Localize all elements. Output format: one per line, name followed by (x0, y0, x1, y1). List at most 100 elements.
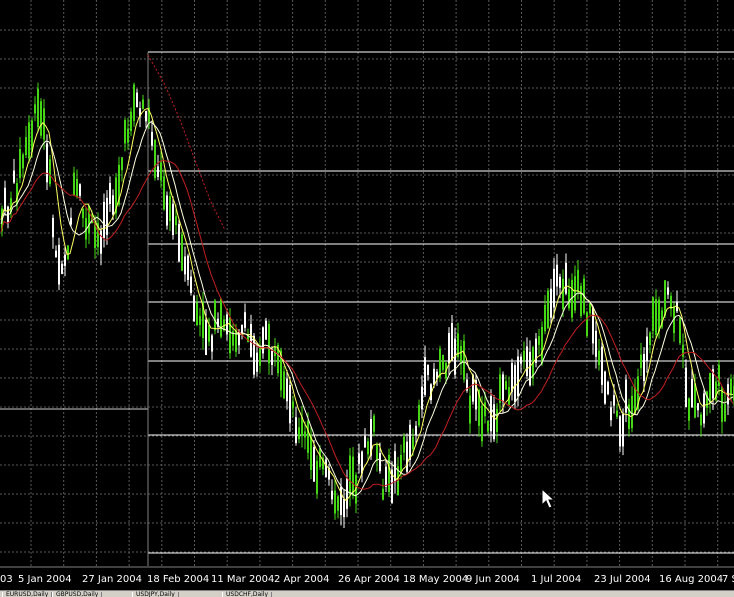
candle-body (556, 264, 558, 287)
chart-tab[interactable]: GBPUSD,Daily (52, 592, 103, 597)
candle-body (616, 410, 618, 417)
candle-body (667, 287, 669, 295)
candle-body (79, 184, 81, 196)
candle-body (181, 234, 183, 271)
candle-body (643, 353, 645, 381)
candle-body (550, 288, 552, 318)
candle-body (640, 354, 642, 369)
x-tick-label: 2 Apr 2004 (274, 574, 329, 585)
candle-body (310, 436, 312, 470)
candle-body (214, 300, 216, 331)
chart-tab[interactable]: EURUSD,Daily (2, 592, 53, 597)
candle-body (499, 374, 501, 403)
candle-body (286, 378, 288, 402)
candle-body (613, 395, 615, 406)
x-tick-label: 9 Jun 2004 (466, 574, 520, 585)
candle-body (367, 441, 369, 455)
candle-body (562, 278, 564, 310)
candle-body (631, 395, 633, 429)
candle-body (679, 317, 681, 344)
candle-body (358, 453, 360, 464)
x-tick-label: 27 Jan 2004 (82, 574, 142, 585)
candle-body (718, 364, 720, 386)
candle-body (292, 401, 294, 409)
candle-body (52, 217, 54, 238)
candle-body (388, 454, 390, 493)
candle-body (610, 407, 612, 421)
candle-body (724, 404, 726, 422)
candle-body (211, 335, 213, 352)
candle-body (250, 323, 252, 357)
candle-body (688, 398, 690, 421)
candle-body (190, 276, 192, 294)
candle-body (259, 346, 261, 366)
candle-body (25, 137, 27, 156)
candle-body (112, 195, 114, 215)
candle-body (433, 368, 435, 385)
candle-body (208, 325, 210, 342)
candle-body (382, 488, 384, 500)
candle-body (199, 315, 201, 325)
candle-body (151, 131, 153, 146)
candle-body (601, 346, 603, 385)
candle-body (424, 357, 426, 395)
x-tick-label: 1 Jul 2004 (531, 574, 581, 585)
candle-body (622, 414, 624, 447)
candle-body (538, 335, 540, 345)
candle-body (34, 104, 36, 114)
candle-body (541, 327, 543, 364)
candle-body (220, 298, 222, 337)
candle-body (448, 332, 450, 364)
candle-body (4, 187, 6, 211)
candle-body (178, 224, 180, 262)
candle-body (598, 350, 600, 366)
candle-body (349, 455, 351, 495)
candle-body (103, 201, 105, 239)
candle-body (505, 381, 507, 390)
chart-tab[interactable]: USDCHF,Daily (222, 592, 273, 597)
candle-body (694, 383, 696, 418)
candle-body (481, 405, 483, 442)
candle-body (700, 414, 702, 426)
candle-body (649, 332, 651, 345)
candle-body (559, 276, 561, 288)
candle-body (82, 208, 84, 219)
candle-body (373, 415, 375, 432)
price-chart[interactable]: 03 5 Jan 2004 27 Jan 2004 18 Feb 2004 11 Mar… (0, 0, 734, 590)
candle-body (400, 454, 402, 473)
arrow-cursor-icon (541, 488, 555, 509)
candle-body (187, 255, 189, 281)
candle-body (307, 420, 309, 453)
candle-body (604, 371, 606, 404)
candle-body (295, 417, 297, 444)
candle-body (28, 122, 30, 159)
candle-body (19, 149, 21, 178)
candle-body (709, 372, 711, 404)
candle-body (685, 367, 687, 408)
candle-body (136, 92, 138, 108)
candle-body (619, 416, 621, 447)
candle-body (646, 336, 648, 361)
candle-body (316, 460, 318, 494)
x-tick-label: 18 Feb 2004 (147, 574, 209, 585)
candle-body (703, 393, 705, 424)
candle-body (607, 381, 609, 395)
candle-body (22, 154, 24, 169)
candle-body (496, 408, 498, 433)
candle-body (379, 453, 381, 472)
candle-body (184, 256, 186, 275)
candle-body (439, 348, 441, 378)
x-tick-label: 03 (0, 574, 13, 585)
candle-body (691, 378, 693, 408)
candle-body (682, 344, 684, 357)
candle-body (706, 391, 708, 408)
candle-body (574, 276, 576, 311)
candle-body (586, 312, 588, 337)
candle-body (517, 356, 519, 397)
candle-body (412, 436, 414, 450)
chart-tab[interactable]: USDJPY,Daily (132, 592, 179, 597)
candle-body (580, 285, 582, 317)
candle-body (142, 99, 144, 110)
candle-body (61, 263, 63, 274)
candle-body (331, 490, 333, 500)
